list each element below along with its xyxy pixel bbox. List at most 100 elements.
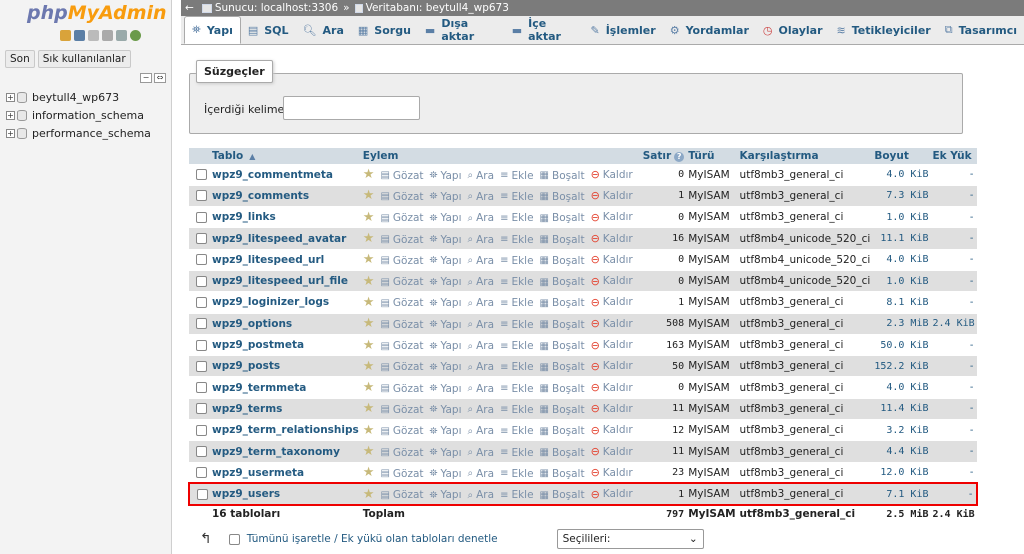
browse-action[interactable]: ▤ Gözat: [380, 276, 423, 288]
favorite-star-icon[interactable]: ★: [363, 423, 375, 438]
tab-import[interactable]: ▬ İçe aktar: [505, 16, 584, 44]
insert-action[interactable]: ≡ Ekle: [500, 297, 533, 309]
breadcrumb-server[interactable]: Sunucu: localhost:3306: [215, 2, 338, 14]
table-name-link[interactable]: wpz9_termmeta: [212, 382, 306, 394]
search-action[interactable]: ⌕ Ara: [468, 255, 495, 267]
table-row[interactable]: wpz9_links ★ ▤ Gözat ⛯ Yapı ⌕ Ara ≡ Ekle ▦ Boşalt ⊖ K…: [189, 206, 977, 228]
header-size[interactable]: Boyut: [872, 148, 931, 164]
empty-action[interactable]: ▦ Boşalt: [540, 468, 585, 480]
drop-action[interactable]: ⊖ Kaldır: [591, 189, 633, 202]
insert-action[interactable]: ≡ Ekle: [500, 191, 533, 203]
row-size[interactable]: 11.1 KiB: [872, 227, 931, 250]
row-checkbox[interactable]: [197, 488, 208, 500]
table-row[interactable]: wpz9_postmeta ★ ▤ Gözat ⛯ Yapı ⌕ Ara ≡ Ekle ▦ Boşal…: [189, 333, 977, 356]
row-checkbox[interactable]: [196, 318, 207, 330]
row-checkbox[interactable]: [196, 254, 207, 266]
tab-routines[interactable]: ⚙ Yordamlar: [663, 16, 756, 44]
reload-icon[interactable]: [130, 30, 141, 41]
header-rows[interactable]: Satır?: [640, 148, 687, 164]
table-row[interactable]: wpz9_posts ★ ▤ Gözat ⛯ Yapı ⌕ Ara ≡ Ekle ▦ Boşalt ⊖ K…: [189, 355, 977, 377]
link-with-main-icon[interactable]: ⇔: [154, 73, 166, 83]
search-action[interactable]: ⌕ Ara: [468, 425, 495, 437]
browse-action[interactable]: ▤ Gözat: [380, 468, 423, 480]
drop-action[interactable]: ⊖ Kaldır: [591, 424, 633, 437]
search-action[interactable]: ⌕ Ara: [468, 447, 495, 459]
empty-action[interactable]: ▦ Boşalt: [540, 276, 585, 288]
structure-action[interactable]: ⛯ Yapı: [430, 489, 462, 501]
phpmyadmin-logo[interactable]: phpMyAdmin: [27, 2, 167, 24]
empty-action[interactable]: ▦ Boşalt: [540, 489, 585, 501]
expand-icon[interactable]: +: [6, 110, 15, 120]
structure-action[interactable]: ⛯ Yapı: [430, 468, 462, 480]
browse-action[interactable]: ▤ Gözat: [380, 425, 423, 437]
empty-action[interactable]: ▦ Boşalt: [540, 383, 585, 395]
tab-export[interactable]: ▬ Dışa aktar: [418, 16, 505, 44]
table-row[interactable]: wpz9_termmeta ★ ▤ Gözat ⛯ Yapı ⌕ Ara ≡ Ekle ▦ Boşal…: [189, 376, 977, 399]
table-name-link[interactable]: wpz9_term_taxonomy: [212, 446, 340, 458]
db-tree-item[interactable]: + information_schema: [6, 106, 151, 124]
docs-icon[interactable]: [102, 30, 113, 41]
header-type[interactable]: Türü: [686, 148, 738, 164]
check-all-label[interactable]: Tümünü işaretle / Ek yükü olan tabloları…: [247, 533, 498, 545]
row-checkbox[interactable]: [196, 169, 207, 181]
insert-action[interactable]: ≡ Ekle: [500, 319, 533, 331]
drop-action[interactable]: ⊖ Kaldır: [591, 275, 633, 288]
structure-action[interactable]: ⛯ Yapı: [430, 212, 462, 224]
empty-action[interactable]: ▦ Boşalt: [540, 170, 585, 182]
table-name-link[interactable]: wpz9_litespeed_url: [212, 254, 324, 266]
table-name-link[interactable]: wpz9_comments: [212, 190, 309, 202]
structure-action[interactable]: ⛯ Yapı: [430, 255, 462, 267]
favorite-star-icon[interactable]: ★: [363, 401, 375, 416]
table-name-link[interactable]: wpz9_postmeta: [212, 339, 304, 351]
search-action[interactable]: ⌕ Ara: [468, 212, 495, 224]
home-icon[interactable]: [60, 30, 71, 41]
row-size[interactable]: 4.4 KiB: [872, 440, 931, 463]
favorite-star-icon[interactable]: ★: [363, 465, 375, 480]
tab-sql[interactable]: ▤ SQL: [241, 16, 296, 44]
row-size[interactable]: 2.3 MiB: [872, 312, 931, 335]
settings-icon[interactable]: [116, 30, 127, 41]
row-size[interactable]: 50.0 KiB: [872, 333, 931, 356]
search-action[interactable]: ⌕ Ara: [468, 404, 495, 416]
browse-action[interactable]: ▤ Gözat: [380, 255, 423, 267]
favorite-star-icon[interactable]: ★: [363, 359, 375, 374]
row-size[interactable]: 4.0 KiB: [872, 248, 931, 271]
insert-action[interactable]: ≡ Ekle: [500, 340, 533, 352]
table-name-link[interactable]: wpz9_users: [212, 488, 280, 500]
insert-action[interactable]: ≡ Ekle: [500, 234, 533, 246]
table-row[interactable]: wpz9_litespeed_url ★ ▤ Gözat ⛯ Yapı ⌕ Ara ≡ Ekle ▦…: [189, 248, 977, 271]
row-checkbox[interactable]: [196, 467, 207, 479]
help-icon[interactable]: [88, 30, 99, 41]
favorite-star-icon[interactable]: ★: [363, 210, 375, 225]
insert-action[interactable]: ≡ Ekle: [500, 383, 533, 395]
table-name-link[interactable]: wpz9_loginizer_logs: [212, 296, 329, 308]
browse-action[interactable]: ▤ Gözat: [380, 170, 423, 182]
search-action[interactable]: ⌕ Ara: [468, 468, 495, 480]
favorite-star-icon[interactable]: ★: [363, 295, 375, 310]
row-checkbox[interactable]: [196, 382, 207, 394]
table-name-link[interactable]: wpz9_terms: [212, 403, 282, 415]
table-row[interactable]: wpz9_commentmeta ★ ▤ Gözat ⛯ Yapı ⌕ Ara ≡ Ekle ▦ Bo…: [189, 163, 977, 186]
row-size[interactable]: 7.3 KiB: [872, 184, 931, 207]
insert-action[interactable]: ≡ Ekle: [500, 425, 533, 437]
empty-action[interactable]: ▦ Boşalt: [540, 404, 585, 416]
row-checkbox[interactable]: [196, 424, 207, 436]
logout-icon[interactable]: [74, 30, 85, 41]
favorite-star-icon[interactable]: ★: [363, 487, 375, 502]
expand-icon[interactable]: +: [6, 92, 15, 102]
row-size[interactable]: 12.0 KiB: [872, 461, 931, 484]
search-action[interactable]: ⌕ Ara: [468, 361, 495, 373]
drop-action[interactable]: ⊖ Kaldır: [591, 339, 633, 352]
back-arrow-icon[interactable]: ←: [185, 2, 194, 14]
table-row[interactable]: wpz9_litespeed_url_file ★ ▤ Gözat ⛯ Yapı ⌕ Ara ≡…: [189, 269, 977, 292]
search-action[interactable]: ⌕ Ara: [468, 340, 495, 352]
row-checkbox[interactable]: [196, 296, 207, 308]
favorite-star-icon[interactable]: ★: [363, 167, 375, 182]
table-row[interactable]: wpz9_users ★ ▤ Gözat ⛯ Yapı ⌕ Ara ≡ Ekle ▦ Boşalt ⊖ K…: [188, 482, 978, 506]
browse-action[interactable]: ▤ Gözat: [380, 191, 423, 203]
browse-action[interactable]: ▤ Gözat: [380, 319, 423, 331]
row-checkbox[interactable]: [196, 275, 207, 287]
table-row[interactable]: wpz9_usermeta ★ ▤ Gözat ⛯ Yapı ⌕ Ara ≡ Ekle ▦ Boşal…: [189, 461, 977, 484]
tab-search[interactable]: 🔍︎ Ara: [296, 16, 351, 44]
table-name-link[interactable]: wpz9_litespeed_url_file: [212, 275, 348, 287]
